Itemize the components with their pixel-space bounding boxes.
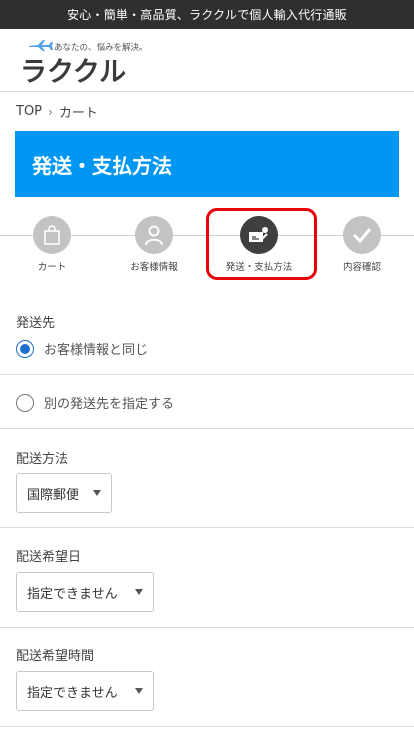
page-title: 発送・支払方法 xyxy=(32,153,172,178)
checkmark-icon xyxy=(352,228,372,243)
breadcrumb: TOP › カート xyxy=(16,102,98,121)
shipping-destination-label: 発送先 xyxy=(16,316,56,331)
delivery-method-select[interactable]: 国際郵便 xyxy=(16,473,112,513)
delivery-time-value: 指定できません xyxy=(27,685,118,701)
site-logo[interactable]: あなたの、悩みを解決。 ラククル xyxy=(20,38,150,88)
header-divider xyxy=(0,91,414,92)
step-customer-info-circle xyxy=(135,216,173,254)
step-cart-label: カート xyxy=(37,262,67,273)
section-divider xyxy=(0,428,414,429)
delivery-time-select[interactable]: 指定できません xyxy=(16,671,154,711)
delivery-time-label: 配送希望時間 xyxy=(16,649,95,664)
radio-same-as-customer[interactable]: お客様情報と同じ xyxy=(16,339,148,358)
delivery-method-label: 配送方法 xyxy=(16,452,69,467)
radio-other-address-label[interactable]: 別の発送先を指定する xyxy=(44,393,174,412)
delivery-method-value: 国際郵便 xyxy=(27,487,80,503)
dropdown-arrow-icon xyxy=(93,490,101,496)
shopping-bag-icon xyxy=(44,225,60,245)
user-icon xyxy=(145,225,163,246)
top-banner: 安心・簡単・高品質、ラククルで個人輸入代行通販 xyxy=(0,0,414,29)
logo-wordmark: ラククル xyxy=(20,57,127,88)
step-cart-circle xyxy=(33,216,71,254)
radio-selected-dot xyxy=(20,343,30,354)
step-cart: カート xyxy=(12,216,92,273)
breadcrumb-top[interactable]: TOP xyxy=(16,104,42,119)
radio-same-as-customer-label[interactable]: お客様情報と同じ xyxy=(44,339,148,358)
section-divider xyxy=(0,527,414,528)
delivery-date-value: 指定できません xyxy=(27,586,118,602)
dropdown-arrow-icon xyxy=(135,688,143,694)
delivery-date-label: 配送希望日 xyxy=(16,550,82,565)
page-title-banner: 発送・支払方法 xyxy=(15,131,399,197)
top-banner-text: 安心・簡単・高品質、ラククルで個人輸入代行通販 xyxy=(67,8,347,22)
radio-same-as-customer-button[interactable] xyxy=(16,339,34,358)
section-divider xyxy=(0,726,414,727)
step-confirm-label: 内容確認 xyxy=(342,262,381,273)
breadcrumb-cart: カート xyxy=(58,106,98,121)
breadcrumb-separator: › xyxy=(48,104,53,119)
step-customer-info-label: お客様情報 xyxy=(130,262,178,273)
step-confirm-circle xyxy=(343,216,381,254)
section-divider xyxy=(0,374,414,375)
radio-other-address[interactable]: 別の発送先を指定する xyxy=(16,393,174,412)
dropdown-arrow-icon xyxy=(135,589,143,595)
delivery-date-select[interactable]: 指定できません xyxy=(16,572,154,612)
current-step-highlight xyxy=(206,208,317,280)
section-divider xyxy=(0,627,414,628)
step-confirm: 内容確認 xyxy=(322,216,402,273)
radio-other-address-button[interactable] xyxy=(16,393,34,412)
step-customer-info: お客様情報 xyxy=(114,216,194,273)
